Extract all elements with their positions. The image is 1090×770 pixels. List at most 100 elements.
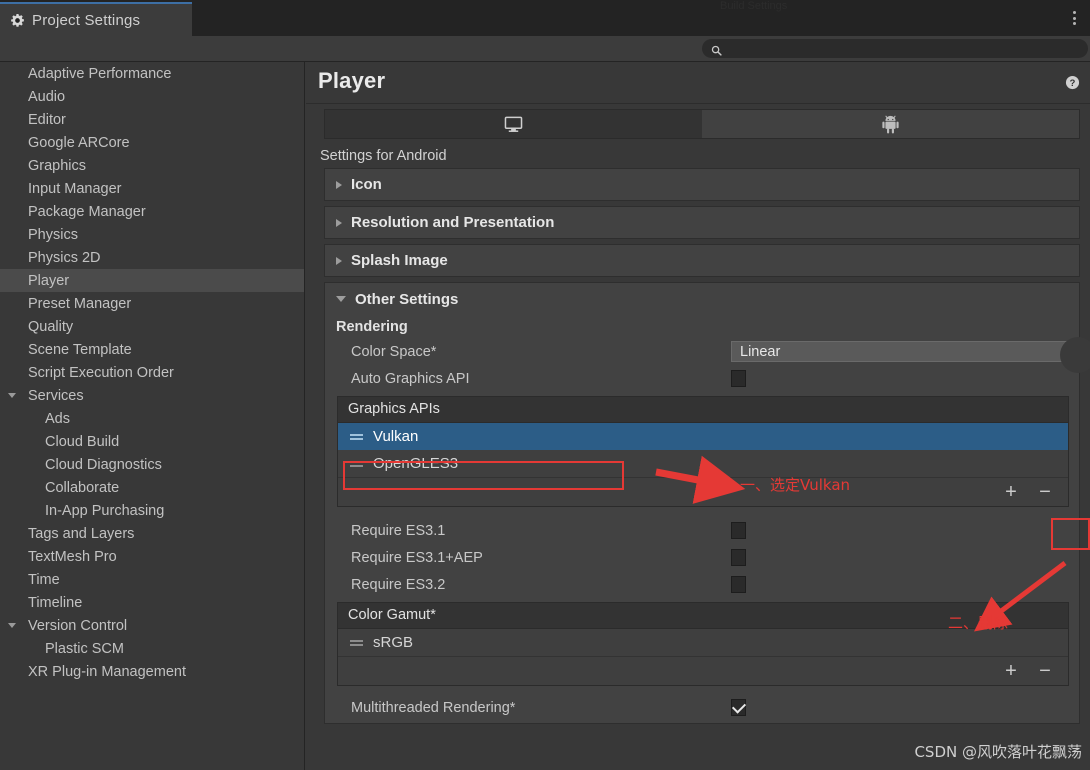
watermark: CSDN @风吹落叶花飘荡 xyxy=(914,743,1082,761)
sidebar-item-physics[interactable]: Physics xyxy=(0,223,304,246)
chevron-right-icon xyxy=(336,256,342,265)
sidebar-item-label: Cloud Build xyxy=(45,433,120,450)
graphics-api-row-vulkan[interactable]: Vulkan xyxy=(338,423,1068,450)
sidebar-item-label: Quality xyxy=(28,318,74,335)
tab-project-settings[interactable]: Project Settings xyxy=(0,2,192,36)
sidebar-item-graphics[interactable]: Graphics xyxy=(0,154,304,177)
sidebar-item-label: Physics 2D xyxy=(28,249,101,266)
sidebar-item-label: Scene Template xyxy=(28,341,132,358)
foldout-other-settings[interactable]: Other Settings xyxy=(324,282,1080,315)
sidebar-item-label: Graphics xyxy=(28,157,87,174)
remove-graphics-api-button[interactable]: − xyxy=(1034,482,1056,502)
chevron-down-icon xyxy=(336,296,346,302)
drag-handle-icon[interactable] xyxy=(350,433,363,440)
sidebar-item-collaborate[interactable]: Collaborate xyxy=(0,476,304,499)
graphics-api-row-opengles3[interactable]: OpenGLES3 xyxy=(338,450,1068,477)
sidebar-item-player[interactable]: Player xyxy=(0,269,304,292)
foldout-resolution-label: Resolution and Presentation xyxy=(351,214,555,231)
android-robot-icon xyxy=(882,115,899,134)
sidebar-item-xr-plug-in-management[interactable]: XR Plug-in Management xyxy=(0,660,304,683)
sidebar-item-label: Collaborate xyxy=(45,479,120,496)
sidebar-item-label: Timeline xyxy=(28,594,83,611)
sidebar-item-cloud-build[interactable]: Cloud Build xyxy=(0,430,304,453)
chevron-down-icon[interactable] xyxy=(8,623,16,628)
auto-graphics-api-checkbox[interactable] xyxy=(731,370,746,387)
sidebar-item-physics-2d[interactable]: Physics 2D xyxy=(0,246,304,269)
standalone-monitor-icon xyxy=(504,116,523,133)
auto-graphics-api-label: Auto Graphics API xyxy=(351,370,470,387)
sidebar-item-ads[interactable]: Ads xyxy=(0,407,304,430)
unity-project-settings-window: Build Settings Project Settings Adaptive… xyxy=(0,0,1090,770)
sidebar-item-scene-template[interactable]: Scene Template xyxy=(0,338,304,361)
require-es31-checkbox[interactable] xyxy=(731,522,746,539)
sidebar-item-label: Time xyxy=(28,571,60,588)
foldout-resolution-and-presentation[interactable]: Resolution and Presentation xyxy=(324,206,1080,239)
drag-handle-icon[interactable] xyxy=(350,639,363,646)
sidebar-item-cloud-diagnostics[interactable]: Cloud Diagnostics xyxy=(0,453,304,476)
sidebar-item-script-execution-order[interactable]: Script Execution Order xyxy=(0,361,304,384)
panel-header: Player ? xyxy=(306,62,1090,104)
sidebar-item-google-arcore[interactable]: Google ARCore xyxy=(0,131,304,154)
kebab-menu-icon[interactable] xyxy=(1067,9,1081,27)
color-gamut-label: sRGB xyxy=(373,634,414,651)
search-input[interactable] xyxy=(727,42,1088,55)
chevron-down-icon[interactable] xyxy=(8,393,16,398)
color-gamut-footer: + − xyxy=(338,656,1068,685)
sidebar-item-label: Services xyxy=(28,387,84,404)
sidebar-item-label: Package Manager xyxy=(28,203,146,220)
window-titlebar: Build Settings Project Settings xyxy=(0,0,1090,36)
sidebar-item-timeline[interactable]: Timeline xyxy=(0,591,304,614)
annotation-step-1: 一、选定Vulkan xyxy=(740,476,851,494)
help-icon[interactable]: ? xyxy=(1065,75,1080,90)
require-es32-checkbox[interactable] xyxy=(731,576,746,593)
foldout-splash-image[interactable]: Splash Image xyxy=(324,244,1080,277)
platform-tab-android[interactable] xyxy=(702,110,1079,138)
foldout-splash-label: Splash Image xyxy=(351,252,448,269)
sidebar-item-label: Version Control xyxy=(28,617,128,634)
foldout-icon-label: Icon xyxy=(351,176,382,193)
drag-handle-icon[interactable] xyxy=(350,460,363,467)
platform-tab-standalone[interactable] xyxy=(325,110,702,138)
add-color-gamut-button[interactable]: + xyxy=(1000,661,1022,681)
color-space-label: Color Space* xyxy=(351,343,437,360)
settings-sidebar[interactable]: Adaptive Performance Audio Editor Google AR… xyxy=(0,62,305,770)
sidebar-item-plastic-scm[interactable]: Plastic SCM xyxy=(0,637,304,660)
graphics-api-label: OpenGLES3 xyxy=(373,455,459,472)
multithreaded-rendering-checkbox[interactable] xyxy=(731,699,746,716)
sidebar-item-in-app-purchasing[interactable]: In-App Purchasing xyxy=(0,499,304,522)
annotation-step-2: 二、删除 xyxy=(948,614,1009,632)
sidebar-item-time[interactable]: Time xyxy=(0,568,304,591)
require-es31-aep-checkbox[interactable] xyxy=(731,549,746,566)
chevron-right-icon xyxy=(336,218,342,227)
color-space-dropdown[interactable]: Linear xyxy=(731,337,1090,373)
sidebar-item-label: Cloud Diagnostics xyxy=(45,456,162,473)
sidebar-item-input-manager[interactable]: Input Manager xyxy=(0,177,304,200)
search-box[interactable] xyxy=(702,39,1088,58)
foldout-icon[interactable]: Icon xyxy=(324,168,1080,201)
remove-color-gamut-button[interactable]: − xyxy=(1034,661,1056,681)
sidebar-item-audio[interactable]: Audio xyxy=(0,85,304,108)
sidebar-list: Adaptive Performance Audio Editor Google AR… xyxy=(0,62,304,683)
sidebar-item-label: Input Manager xyxy=(28,180,122,197)
add-graphics-api-button[interactable]: + xyxy=(1000,482,1022,502)
sidebar-item-preset-manager[interactable]: Preset Manager xyxy=(0,292,304,315)
sidebar-item-label: Ads xyxy=(45,410,70,427)
color-gamut-row-srgb[interactable]: sRGB xyxy=(338,629,1068,656)
sidebar-item-services[interactable]: Services xyxy=(0,384,304,407)
sidebar-item-textmesh-pro[interactable]: TextMesh Pro xyxy=(0,545,304,568)
sidebar-item-label: TextMesh Pro xyxy=(28,548,117,565)
color-space-value: Linear xyxy=(740,343,781,360)
chevron-right-icon xyxy=(336,180,342,189)
sidebar-item-editor[interactable]: Editor xyxy=(0,108,304,131)
sidebar-item-version-control[interactable]: Version Control xyxy=(0,614,304,637)
multithreaded-rendering-label: Multithreaded Rendering* xyxy=(351,699,516,716)
sidebar-item-adaptive-performance[interactable]: Adaptive Performance xyxy=(0,62,304,85)
sidebar-item-label: Preset Manager xyxy=(28,295,132,312)
svg-text:?: ? xyxy=(1070,78,1076,88)
other-settings-body: Rendering Color Space* Linear Auto Graph… xyxy=(324,315,1090,724)
sidebar-item-package-manager[interactable]: Package Manager xyxy=(0,200,304,223)
rendering-subheading: Rendering xyxy=(336,319,408,335)
search-toolbar xyxy=(0,36,1090,62)
sidebar-item-quality[interactable]: Quality xyxy=(0,315,304,338)
sidebar-item-tags-and-layers[interactable]: Tags and Layers xyxy=(0,522,304,545)
